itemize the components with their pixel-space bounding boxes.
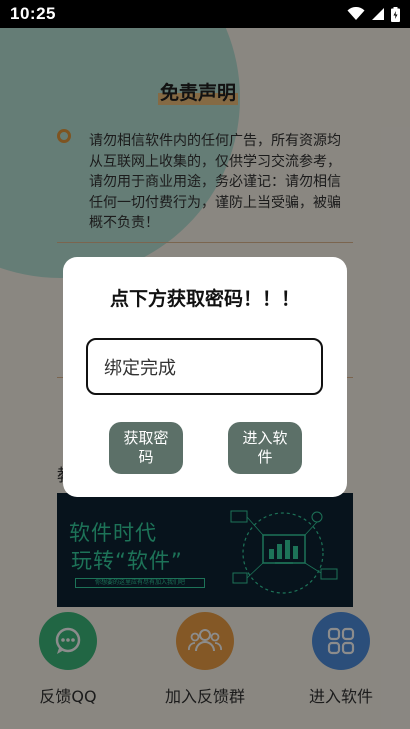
get-password-button[interactable]: 获取密码 [109,422,183,474]
signal-icon [372,8,384,20]
enter-app-button[interactable]: 进入软件 [228,422,302,474]
password-input[interactable] [86,338,323,395]
status-bar: 10:25 [0,0,410,28]
battery-icon [391,6,400,22]
password-dialog: 点下方获取密码！！！ 获取密码 进入软件 [63,257,347,497]
dialog-title: 点下方获取密码！！！ [109,288,300,310]
wifi-icon [347,7,365,20]
status-time: 10:25 [10,4,56,23]
status-icons [347,6,400,22]
